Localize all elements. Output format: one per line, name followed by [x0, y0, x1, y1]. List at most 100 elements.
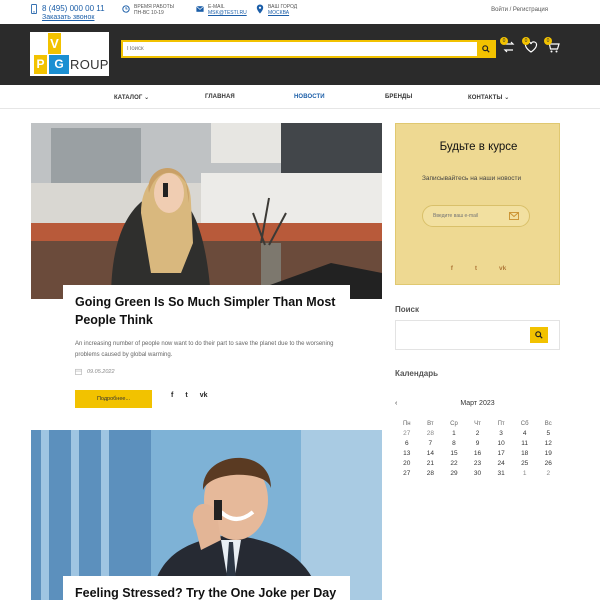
sidebar-search-button[interactable]	[530, 327, 548, 343]
calendar-day[interactable]: 30	[466, 469, 490, 479]
weekday: Сб	[520, 421, 529, 427]
post-title[interactable]: Going Green Is So Much Simpler Than Most…	[75, 293, 338, 329]
calendar-day[interactable]: 27	[395, 469, 419, 479]
post-title-card: Feeling Stressed? Try the One Joke per D…	[63, 576, 350, 600]
calendar-day[interactable]: 22	[442, 459, 466, 469]
cart-button[interactable]: 0	[544, 37, 560, 54]
calendar-day[interactable]: 11	[513, 439, 537, 449]
calendar-day[interactable]: 24	[489, 459, 513, 469]
logo-letter-v: V	[48, 33, 61, 54]
calendar-day[interactable]: 12	[536, 439, 560, 449]
calendar-grid: Пн Вт Ср Чт Пт Сб Вс 27 28 1 2 3 4 5 6 7…	[395, 419, 560, 479]
email-block: E-mail MSK@TESTI.RU	[196, 4, 247, 17]
city-block: Ваш город МОСКВА	[256, 4, 297, 17]
calendar-day[interactable]: 7	[419, 439, 443, 449]
calendar-day[interactable]: 1	[513, 469, 537, 479]
compare-count: 0	[500, 37, 508, 45]
calendar-day[interactable]: 1	[442, 429, 466, 439]
cart-count: 0	[544, 37, 552, 45]
chevron-down-icon: ⌄	[142, 95, 150, 101]
calendar-day[interactable]: 6	[395, 439, 419, 449]
vk-icon[interactable]: vk	[499, 265, 506, 272]
compare-button[interactable]: 0	[500, 37, 516, 54]
nav-item-brands[interactable]: БРЕНДЫ	[385, 94, 412, 100]
calendar-day[interactable]: 27	[395, 429, 419, 439]
calendar-day[interactable]: 14	[419, 449, 443, 459]
subscribe-email-input[interactable]	[433, 210, 508, 222]
nav-item-contacts[interactable]: КОНТАКТЫ ⌄	[468, 94, 509, 101]
logo-letter-p: P	[34, 55, 47, 74]
calendar-day[interactable]: 21	[419, 459, 443, 469]
calendar-week: 20 21 22 23 24 25 26	[395, 459, 560, 469]
nav-item-home[interactable]: ГЛАВНАЯ	[205, 94, 235, 100]
clock-icon	[122, 5, 130, 13]
post-date-text: 09.05.2022	[87, 368, 115, 375]
calendar-day[interactable]: 2	[536, 469, 560, 479]
calendar-day[interactable]: 20	[395, 459, 419, 469]
post-title[interactable]: Feeling Stressed? Try the One Joke per D…	[75, 584, 338, 600]
calendar-day[interactable]: 16	[466, 449, 490, 459]
header-search-input[interactable]	[127, 42, 467, 56]
nav-item-news[interactable]: НОВОСТИ	[294, 94, 325, 100]
sidebar-search-input[interactable]	[401, 329, 521, 341]
favorites-button[interactable]: 0	[522, 37, 538, 54]
calendar-day[interactable]: 19	[536, 449, 560, 459]
location-pin-icon	[256, 4, 264, 14]
city-link[interactable]: МОСКВА	[268, 10, 297, 17]
calendar-day[interactable]: 9	[466, 439, 490, 449]
calendar-day[interactable]: 25	[513, 459, 537, 469]
header-search-button[interactable]	[477, 42, 494, 56]
post-share: f t vk	[171, 392, 207, 399]
login-register-link[interactable]: Войти / Регистрация	[491, 7, 548, 13]
weekday: Ср	[450, 421, 458, 427]
subscribe-text: Записывайтесь на наши новости	[422, 175, 522, 182]
calendar-day[interactable]: 10	[489, 439, 513, 449]
calendar-day[interactable]: 5	[536, 429, 560, 439]
header-search	[121, 40, 496, 58]
calendar-day[interactable]: 31	[489, 469, 513, 479]
phone-number[interactable]: 8 (495) 000 00 11	[42, 4, 105, 13]
twitter-icon[interactable]: t	[185, 392, 187, 399]
facebook-icon[interactable]: f	[171, 392, 173, 399]
callback-link[interactable]: Заказать звонок	[42, 13, 105, 22]
calendar-day[interactable]: 15	[442, 449, 466, 459]
post-title-card: Going Green Is So Much Simpler Than Most…	[63, 285, 350, 337]
calendar-day[interactable]: 13	[395, 449, 419, 459]
calendar-week: 13 14 15 16 17 18 19	[395, 449, 560, 459]
post-image[interactable]	[31, 430, 382, 600]
phone-block: 8 (495) 000 00 11 Заказать звонок	[30, 4, 105, 22]
top-bar: 8 (495) 000 00 11 Заказать звонок Время …	[0, 0, 600, 24]
envelope-icon[interactable]	[509, 211, 519, 221]
calendar-day[interactable]: 17	[489, 449, 513, 459]
calendar-day[interactable]: 29	[442, 469, 466, 479]
calendar-day[interactable]: 18	[513, 449, 537, 459]
email-link[interactable]: MSK@TESTI.RU	[208, 10, 247, 17]
calendar-day[interactable]: 3	[489, 429, 513, 439]
vk-icon[interactable]: vk	[200, 392, 208, 399]
calendar-day[interactable]: 28	[419, 469, 443, 479]
logo[interactable]: V P G ROUP	[30, 32, 109, 76]
twitter-icon[interactable]: t	[475, 265, 477, 272]
calendar-prev-button[interactable]: ‹	[395, 400, 397, 407]
facebook-icon[interactable]: f	[451, 265, 453, 272]
read-more-button[interactable]: Подробнее...	[75, 390, 152, 408]
post-image[interactable]	[31, 123, 382, 299]
logo-text: ROUP	[70, 57, 109, 72]
calendar-day[interactable]: 28	[419, 429, 443, 439]
calendar-day[interactable]: 8	[442, 439, 466, 449]
calendar-week: 27 28 29 30 31 1 2	[395, 469, 560, 479]
calendar-day[interactable]: 4	[513, 429, 537, 439]
post-photo-man-on-phone	[31, 430, 382, 600]
phone-icon	[31, 4, 37, 14]
calendar-day[interactable]: 23	[466, 459, 490, 469]
calendar-day[interactable]: 26	[536, 459, 560, 469]
site-header: V P G ROUP 0 0 0	[0, 24, 600, 85]
post-photo-woman-on-phone	[31, 123, 382, 299]
post-excerpt: An increasing number of people now want …	[75, 341, 334, 358]
logo-letter-g: G	[49, 55, 69, 74]
mail-icon	[196, 5, 204, 12]
calendar-day[interactable]: 2	[466, 429, 490, 439]
nav-item-catalog[interactable]: КАТАЛОГ ⌄	[114, 94, 149, 101]
subscribe-field	[422, 205, 530, 227]
calendar-heading: Календарь	[395, 369, 439, 378]
